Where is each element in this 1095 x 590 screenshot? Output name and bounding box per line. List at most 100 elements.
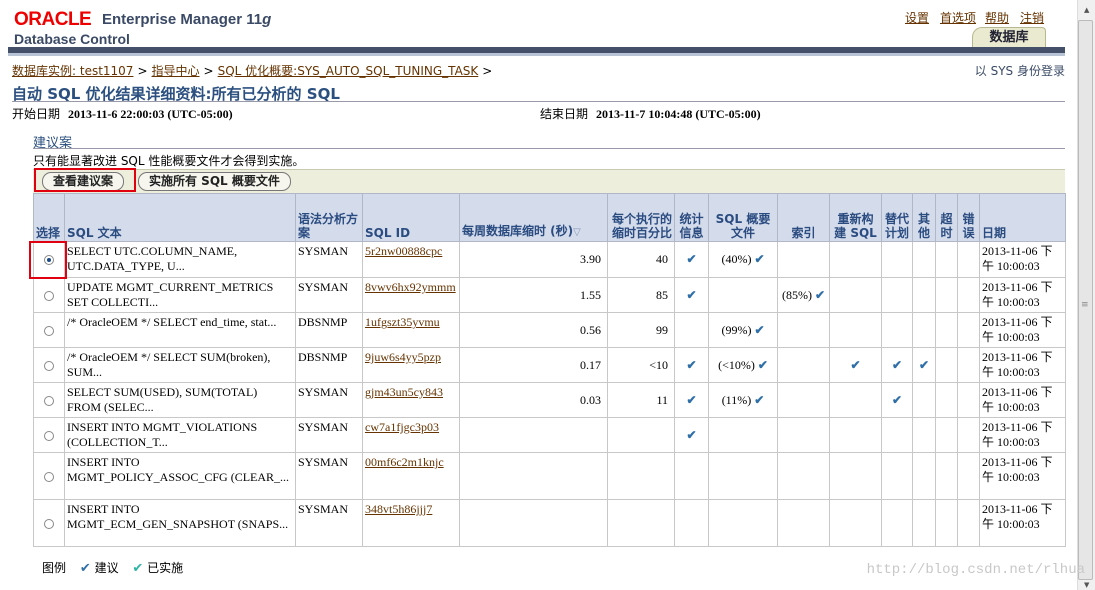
select-cell[interactable] (33, 499, 65, 547)
preferences-link[interactable]: 首选项 (940, 9, 976, 26)
restructure-cell (829, 277, 882, 313)
help-link[interactable]: 帮助 (985, 9, 1009, 26)
col-weekly-savings-label: 每周数据库缩时 (秒) (462, 224, 574, 238)
table-row[interactable]: SELECT SUM(USED), SUM(TOTAL) FROM (SELEC… (33, 382, 1066, 418)
sql-id-link[interactable]: gjm43un5cy843 (365, 385, 443, 399)
sql-text-cell: /* OracleOEM */ SELECT end_time, stat... (64, 312, 296, 348)
tab-database[interactable]: 数据库 (972, 27, 1046, 48)
sql-text-cell: INSERT INTO MGMT_POLICY_ASSOC_CFG (CLEAR… (64, 452, 296, 500)
sql-id-link[interactable]: 00mf6c2m1knjc (365, 455, 444, 469)
scroll-up-icon[interactable]: ▲ (1084, 6, 1089, 14)
error-cell (957, 277, 980, 313)
statistics-cell: ✔ (674, 382, 709, 418)
select-cell[interactable] (33, 347, 65, 383)
sql-id-link[interactable]: cw7a1fjgc3p03 (365, 420, 439, 434)
misc-cell (912, 452, 936, 500)
start-date-value: 2013-11-6 22:00:03 (UTC-05:00) (68, 107, 233, 121)
timeout-cell (935, 241, 958, 278)
timeout-cell (935, 347, 958, 383)
error-cell (957, 452, 980, 500)
weekly-savings-cell (459, 499, 608, 547)
select-radio[interactable] (44, 325, 54, 336)
error-cell (957, 382, 980, 418)
select-cell[interactable] (33, 452, 65, 500)
select-radio[interactable] (44, 518, 54, 529)
alternative-plan-cell (881, 417, 913, 453)
table-row[interactable]: INSERT INTO MGMT_POLICY_ASSOC_CFG (CLEAR… (33, 452, 1066, 500)
select-cell[interactable] (33, 277, 65, 313)
statistics-cell (674, 452, 709, 500)
table-row[interactable]: SELECT UTC.COLUMN_NAME, UTC.DATA_TYPE, U… (33, 241, 1066, 278)
col-statistics: 统计信息 (674, 193, 709, 242)
breadcrumb-advisor-central[interactable]: 指导中心 (152, 64, 200, 78)
sort-desc-icon[interactable]: ▽ (573, 227, 581, 238)
date-cell: 2013-11-06 下午 10:00:03 (979, 499, 1066, 547)
sql-id-cell: 00mf6c2m1knjc (362, 452, 460, 500)
highlight-box-radio (29, 241, 67, 279)
index-cell (777, 452, 830, 500)
statistics-cell: ✔ (674, 417, 709, 453)
select-radio[interactable] (44, 471, 54, 482)
header-bar-light (8, 53, 1065, 56)
pct-savings-cell (607, 499, 675, 547)
misc-cell (912, 312, 936, 348)
error-cell (957, 312, 980, 348)
results-table: 选择 SQL 文本 语法分析方案 SQL ID 每周数据库缩时 (秒)▽ 每个执… (33, 193, 1066, 547)
misc-cell (912, 382, 936, 418)
col-parsing-schema: 语法分析方案 (295, 193, 363, 242)
select-radio[interactable] (44, 430, 54, 441)
date-cell: 2013-11-06 下午 10:00:03 (979, 347, 1066, 383)
start-date-label: 开始日期 (12, 107, 61, 121)
table-row[interactable]: INSERT INTO MGMT_VIOLATIONS (COLLECTION_… (33, 417, 1066, 453)
select-cell[interactable] (33, 382, 65, 418)
saving-percent: (11%) (721, 392, 755, 407)
col-restructure-sql: 重新构建 SQL (829, 193, 882, 242)
implement-all-profiles-button[interactable]: 实施所有 SQL 概要文件 (138, 172, 291, 191)
select-cell[interactable] (33, 417, 65, 453)
col-sql-profile: SQL 概要文件 (708, 193, 778, 242)
select-radio[interactable] (44, 290, 54, 301)
weekly-savings-cell: 0.17 (459, 347, 608, 383)
sql-id-cell: cw7a1fjgc3p03 (362, 417, 460, 453)
col-select: 选择 (33, 193, 65, 242)
restructure-cell (829, 417, 882, 453)
end-date-label: 结束日期 (540, 107, 589, 121)
alternative-plan-cell (881, 241, 913, 278)
table-row[interactable]: INSERT INTO MGMT_ECM_GEN_SNAPSHOT (SNAPS… (33, 499, 1066, 547)
select-cell[interactable] (33, 312, 65, 348)
scroll-down-icon[interactable]: ▼ (1084, 581, 1089, 589)
index-cell (777, 347, 830, 383)
timeout-cell (935, 499, 958, 547)
statistics-cell: ✔ (674, 241, 709, 278)
sql-text-cell: SELECT SUM(USED), SUM(TOTAL) FROM (SELEC… (64, 382, 296, 418)
col-alternative-plan: 替代计划 (881, 193, 913, 242)
table-row[interactable]: /* OracleOEM */ SELECT SUM(broken), SUM.… (33, 347, 1066, 383)
sql-id-link[interactable]: 1ufgszt35yvmu (365, 315, 440, 329)
sql-id-link[interactable]: 348vt5h86jjj7 (365, 502, 432, 516)
pct-savings-cell: 85 (607, 277, 675, 313)
date-cell: 2013-11-06 下午 10:00:03 (979, 277, 1066, 313)
settings-link[interactable]: 设置 (905, 9, 929, 26)
product-suffix: g (262, 11, 272, 28)
select-radio[interactable] (44, 360, 54, 371)
col-pct-savings: 每个执行的缩时百分比 (607, 193, 675, 242)
breadcrumb-instance[interactable]: 数据库实例: test1107 (12, 64, 133, 78)
sql-profile-cell (708, 452, 778, 500)
weekly-savings-cell: 1.55 (459, 277, 608, 313)
sql-id-link[interactable]: 8vwv6hx92ymmm (365, 280, 456, 294)
select-radio[interactable] (44, 395, 54, 406)
breadcrumb-tuning-summary[interactable]: SQL 优化概要:SYS_AUTO_SQL_TUNING_TASK (218, 64, 479, 78)
restructure-cell (829, 312, 882, 348)
weekly-savings-cell (459, 452, 608, 500)
table-row[interactable]: /* OracleOEM */ SELECT end_time, stat...… (33, 312, 1066, 348)
col-weekly-savings[interactable]: 每周数据库缩时 (秒)▽ (459, 193, 608, 242)
timeout-cell (935, 417, 958, 453)
schema-cell: SYSMAN (295, 417, 363, 453)
weekly-savings-cell (459, 417, 608, 453)
table-row[interactable]: UPDATE MGMT_CURRENT_METRICS SET COLLECTI… (33, 277, 1066, 313)
sql-id-link[interactable]: 9juw6s4yy5pzp (365, 350, 441, 364)
col-index: 索引 (777, 193, 830, 242)
sql-id-link[interactable]: 5r2nw00888cpc (365, 244, 442, 258)
logout-link[interactable]: 注销 (1020, 9, 1044, 26)
sql-id-cell: 9juw6s4yy5pzp (362, 347, 460, 383)
